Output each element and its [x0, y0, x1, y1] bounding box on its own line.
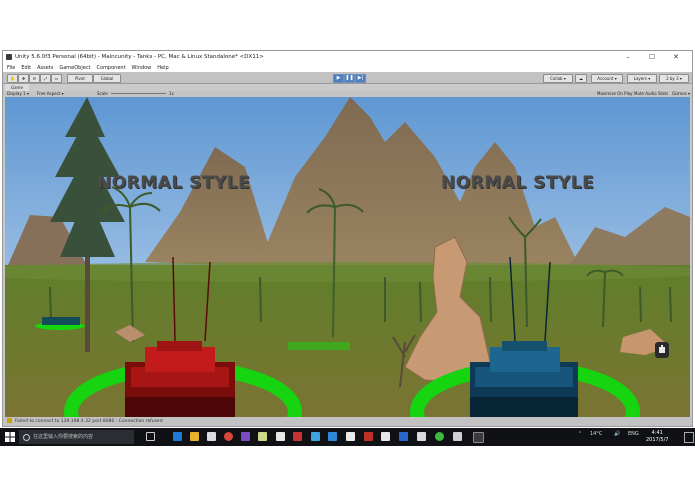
scale-slider[interactable]: [111, 93, 166, 94]
ground: [5, 265, 690, 417]
layout-dropdown[interactable]: 2 by 3 ▾: [659, 74, 689, 83]
close-button[interactable]: ✕: [666, 52, 686, 63]
grass-patch: [288, 342, 350, 350]
chrome-icon[interactable]: [224, 432, 233, 441]
pivot-toggle[interactable]: Pivot: [67, 74, 93, 83]
store-icon[interactable]: [207, 432, 216, 441]
step-button[interactable]: ▶|: [355, 74, 366, 83]
collab-dropdown[interactable]: Collab ▾: [543, 74, 573, 83]
menu-file[interactable]: File: [7, 64, 15, 72]
menu-help[interactable]: Help: [157, 64, 168, 72]
notepad-icon[interactable]: [258, 432, 267, 441]
windows-taskbar: 在这里输入你要搜索的内容 ⌃ 14°C 🔊 ENG 4:41 2017/5/7: [0, 428, 695, 446]
acrobat-icon[interactable]: [364, 432, 373, 441]
photos-icon[interactable]: [328, 432, 337, 441]
menu-window[interactable]: Window: [132, 64, 152, 72]
status-bar: Failed to connect to 139.198.4.32 port 8…: [3, 417, 692, 426]
network-icon[interactable]: ⌃: [578, 431, 582, 437]
unity-logo-icon: [6, 54, 12, 60]
rotate-tool-button[interactable]: ⟳: [29, 74, 40, 83]
menu-component[interactable]: Component: [97, 64, 126, 72]
toolbar: ✋ ✥ ⟳ ⤢ ▭ Pivot Global ▶ ❚❚ ▶| Collab ▾ …: [3, 72, 692, 84]
terminal-icon[interactable]: [381, 432, 390, 441]
pause-button[interactable]: ❚❚: [344, 74, 355, 83]
media-icon[interactable]: [417, 432, 426, 441]
hand-tool-button[interactable]: ✋: [7, 74, 18, 83]
game-tab[interactable]: Game: [5, 84, 29, 91]
status-message[interactable]: Failed to connect to 139.198.4.32 port 8…: [15, 419, 163, 424]
move-tool-button[interactable]: ✥: [18, 74, 29, 83]
maximize-button[interactable]: ☐: [642, 52, 662, 63]
warning-icon: [7, 418, 12, 423]
game-tab-bar: Game: [3, 84, 692, 91]
global-toggle[interactable]: Global: [93, 74, 121, 83]
paint-icon[interactable]: [311, 432, 320, 441]
search-placeholder: 在这里输入你要搜索的内容: [33, 434, 94, 440]
minimize-button[interactable]: –: [618, 52, 638, 63]
clock-date: 2017/5/7: [646, 437, 669, 443]
task-view-icon[interactable]: [146, 432, 155, 441]
window-title: Unity 5.6.0f3 Personal (64bit) - Maincun…: [15, 54, 264, 60]
app-icon[interactable]: [473, 432, 484, 443]
windows-start-icon[interactable]: [5, 432, 15, 442]
volume-icon[interactable]: 🔊: [614, 431, 620, 437]
weather-text: 14°C: [590, 431, 603, 437]
unity-window: Unity 5.6.0f3 Personal (64bit) - Maincun…: [2, 50, 693, 427]
menu-gameobject[interactable]: GameObject: [59, 64, 90, 72]
game-tab-label: Game: [11, 85, 23, 90]
git-icon[interactable]: [276, 432, 285, 441]
distant-tank: [35, 317, 85, 330]
wechat-icon[interactable]: [435, 432, 444, 441]
edge-icon[interactable]: [173, 432, 182, 441]
account-dropdown[interactable]: Account ▾: [591, 74, 623, 83]
game-view[interactable]: NORMAL STYLE NORMAL STYLE: [5, 97, 690, 417]
unity-icon[interactable]: [293, 432, 302, 441]
cloud-icon[interactable]: ☁: [575, 74, 587, 83]
steam-icon[interactable]: [346, 432, 355, 441]
mail-icon[interactable]: [399, 432, 408, 441]
menu-edit[interactable]: Edit: [21, 64, 31, 72]
clock-time: 4:41: [651, 430, 663, 436]
language-indicator[interactable]: ENG: [628, 431, 639, 437]
left-style-label: NORMAL STYLE: [97, 173, 251, 193]
menu-bar: File Edit Assets GameObject Component Wi…: [3, 64, 692, 72]
notification-icon[interactable]: [684, 432, 694, 443]
game-scene-svg: [5, 97, 690, 417]
title-bar: Unity 5.6.0f3 Personal (64bit) - Maincun…: [3, 51, 692, 64]
hand-cursor-icon: [655, 342, 669, 358]
settings-icon[interactable]: [453, 432, 462, 441]
taskbar-search-box[interactable]: 在这里输入你要搜索的内容: [19, 430, 134, 444]
visual-studio-icon[interactable]: [241, 432, 250, 441]
right-style-label: NORMAL STYLE: [441, 173, 595, 193]
file-explorer-icon[interactable]: [190, 432, 199, 441]
scale-tool-button[interactable]: ⤢: [40, 74, 51, 83]
search-icon: [23, 434, 30, 441]
layers-dropdown[interactable]: Layers ▾: [627, 74, 657, 83]
play-button[interactable]: ▶: [333, 74, 344, 83]
taskbar-clock[interactable]: 4:41 2017/5/7: [646, 430, 668, 444]
rect-tool-button[interactable]: ▭: [51, 74, 62, 83]
menu-assets[interactable]: Assets: [37, 64, 53, 72]
